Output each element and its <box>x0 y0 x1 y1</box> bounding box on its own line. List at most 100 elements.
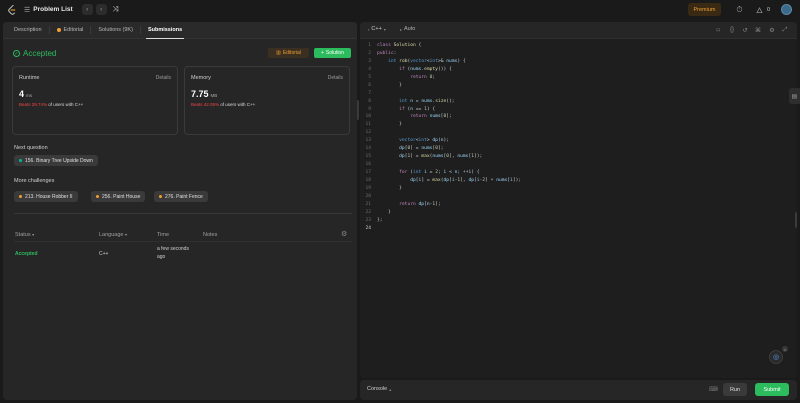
code-text: return dp[n-1]; <box>399 201 441 207</box>
code-line[interactable]: 6 } <box>360 82 797 90</box>
code-text: for (int i = 2; i < n; ++i) { <box>399 170 480 175</box>
code-line[interactable]: 9 if (n == 1) { <box>360 106 797 114</box>
panel-resize-handle[interactable] <box>357 100 359 120</box>
fullscreen-icon[interactable]: ⤢ <box>781 26 789 34</box>
code-area[interactable]: 1 class Solution {2 public: 3 int rob(vecto… <box>360 42 797 233</box>
line-number: 10 <box>365 114 371 120</box>
code-text: if (nums.empty()) { <box>399 66 452 72</box>
prev-problem-button[interactable]: ‹ <box>81 4 93 15</box>
code-text: dp[1] = max(nums[0], nums[1]); <box>399 154 483 160</box>
gear-icon[interactable]: ⚙ <box>341 230 349 238</box>
tab-description[interactable]: Description <box>10 22 46 39</box>
code-line[interactable]: 13 vector<int> dp(n); <box>360 137 797 145</box>
premium-button[interactable]: Premium <box>688 3 721 16</box>
challenge-chip[interactable]: 213. House Robber II <box>14 191 78 202</box>
next-question-chip[interactable]: 156. Binary Tree Upside Down <box>14 155 98 166</box>
code-line[interactable]: 1 class Solution { <box>360 42 797 50</box>
close-icon[interactable]: × <box>782 346 788 352</box>
shuffle-icon[interactable]: ⤨ <box>113 6 119 14</box>
problem-list-label: Problem List <box>33 6 73 13</box>
line-number: 14 <box>365 146 371 152</box>
notes-side-tab[interactable]: ▤ <box>789 88 800 104</box>
header-status[interactable]: Status ▾ <box>15 232 34 238</box>
code-text: class Solution { <box>377 43 422 48</box>
code-text: } <box>377 82 402 88</box>
problem-tabs: Description Editorial Solutions (9K) Sub… <box>3 22 357 39</box>
code-line[interactable]: 19 } <box>360 185 797 193</box>
code-line[interactable]: 10 return nums[0]; <box>360 113 797 121</box>
tab-solutions[interactable]: Solutions (9K) <box>94 22 137 39</box>
reset-icon[interactable]: ↺ <box>741 26 749 34</box>
runtime-details-link[interactable]: Details <box>156 75 171 81</box>
plus-icon: + <box>321 50 324 56</box>
row-status[interactable]: Accepted <box>15 251 38 257</box>
chevron-up-icon: ▴ <box>389 386 392 392</box>
challenge-chip[interactable]: 256. Paint House <box>91 191 146 202</box>
code-line[interactable]: 23}; <box>360 217 797 225</box>
code-line[interactable]: 11 } <box>360 121 797 129</box>
code-line[interactable]: 8 int n = nums.size(); <box>360 98 797 106</box>
code-text: int n = nums.size(); <box>399 98 455 104</box>
code-line[interactable]: 20 <box>360 193 797 201</box>
keyboard-icon[interactable]: ⌨ <box>709 386 718 393</box>
avatar[interactable] <box>781 4 792 15</box>
code-line[interactable]: 5 return 0; <box>360 74 797 82</box>
memory-title: Memory <box>191 75 211 81</box>
next-problem-button[interactable]: › <box>95 4 107 15</box>
timer-icon[interactable]: ⏱ <box>734 4 745 15</box>
row-language: C++ <box>99 251 109 257</box>
header-language[interactable]: Language ▾ <box>99 232 127 238</box>
line-number: 8 <box>368 98 371 104</box>
line-number: 23 <box>365 217 371 223</box>
run-button[interactable]: Run <box>723 383 747 396</box>
settings-icon[interactable]: ⚙ <box>768 26 776 34</box>
line-number: 2 <box>368 50 371 56</box>
code-line[interactable]: 4 if (nums.empty()) { <box>360 66 797 74</box>
chevron-down-icon: ▾ <box>125 232 128 237</box>
difficulty-dot-icon <box>159 195 162 198</box>
header-time: Time <box>157 232 170 238</box>
code-text: dp[0] = nums[0]; <box>399 146 444 152</box>
editorial-button[interactable]: ▥ Editorial <box>268 48 309 58</box>
code-line[interactable]: 18 dp[i] = max(dp[i-1], dp[i-2] + nums[i… <box>360 177 797 185</box>
code-line[interactable]: 12 <box>360 129 797 137</box>
header-notes: Notes <box>203 232 218 238</box>
bookmark-icon[interactable]: ⌑ <box>714 26 722 34</box>
auto-mode-select[interactable]: ▸ Auto <box>400 26 415 32</box>
editor-resize-handle[interactable] <box>795 212 797 228</box>
notes-icon: ▤ <box>791 93 798 100</box>
problem-list-link[interactable]: ☰ Problem List ‹ › ⤨ <box>24 4 118 15</box>
leetcode-logo[interactable] <box>8 5 17 15</box>
code-text: } <box>377 209 391 215</box>
submit-button[interactable]: Submit <box>755 383 789 396</box>
code-line[interactable]: 7 <box>360 90 797 98</box>
line-number: 15 <box>365 154 371 160</box>
tab-divider <box>90 26 92 34</box>
line-number: 11 <box>365 122 371 128</box>
editorial-dot-icon <box>56 28 61 32</box>
code-text: int rob(vector<int>& nums) { <box>388 58 466 64</box>
language-select[interactable]: ▪ C++ ▾ <box>368 26 386 32</box>
code-line[interactable]: 22 } <box>360 209 797 217</box>
code-line[interactable]: 3 int rob(vector<int>& nums) { <box>360 58 797 66</box>
memory-card[interactable]: Memory Details 7.75 MB Beats 42.05% of us… <box>184 66 350 135</box>
memory-details-link[interactable]: Details <box>328 75 343 81</box>
runtime-card[interactable]: Runtime Details 4 ms Beats 29.74% of user… <box>12 66 178 135</box>
challenge-chip[interactable]: 276. Paint Fence <box>154 191 208 202</box>
shortcut-icon[interactable]: ⌘ <box>754 26 762 34</box>
code-line[interactable]: 17 for (int i = 2; i < n; ++i) { <box>360 169 797 177</box>
tab-editorial[interactable]: Editorial <box>53 22 88 39</box>
line-number: 22 <box>365 209 371 215</box>
braces-icon[interactable]: {} <box>728 26 736 34</box>
post-solution-button[interactable]: + Solution <box>314 48 351 58</box>
code-line[interactable]: 14 dp[0] = nums[0]; <box>360 145 797 153</box>
tab-submissions[interactable]: Submissions <box>144 22 186 39</box>
code-line[interactable]: 21 return dp[n-1]; <box>360 201 797 209</box>
console-toggle[interactable]: Console ▴ <box>367 386 391 392</box>
code-line[interactable]: 24 <box>360 225 797 233</box>
code-line[interactable]: 2 public: <box>360 50 797 58</box>
code-line[interactable]: 16 <box>360 161 797 169</box>
line-number: 3 <box>368 58 371 64</box>
code-line[interactable]: 15 dp[1] = max(nums[0], nums[1]); <box>360 153 797 161</box>
chat-icon[interactable]: ◎ <box>769 350 783 364</box>
